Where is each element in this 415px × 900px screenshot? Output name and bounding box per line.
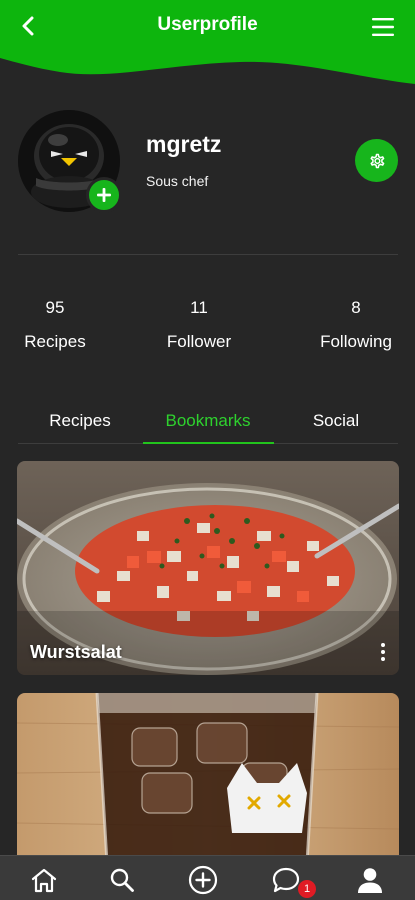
nav-chat[interactable] [270, 864, 302, 896]
user-role: Sous chef [146, 173, 209, 189]
profile-divider [18, 254, 398, 255]
tab-recipes[interactable]: Recipes [17, 411, 143, 431]
more-vertical-icon [381, 643, 385, 661]
bookmark-card[interactable] [17, 693, 399, 863]
bookmark-card[interactable]: Wurstsalat [17, 461, 399, 675]
add-avatar-button[interactable] [86, 177, 122, 213]
plus-icon [97, 188, 111, 202]
user-icon [358, 868, 382, 893]
nav-profile[interactable] [354, 864, 386, 896]
stat-follower-label: Follower [166, 332, 232, 351]
settings-button[interactable] [355, 139, 398, 182]
tab-social[interactable]: Social [273, 411, 399, 431]
chat-badge: 1 [298, 880, 316, 898]
stat-follower-value: 11 [190, 298, 208, 317]
add-circle-icon [188, 865, 218, 895]
stat-follower[interactable]: 11 Follower [144, 298, 254, 352]
menu-button[interactable] [369, 13, 397, 41]
stat-following-label: Following [320, 332, 392, 351]
stat-following-value: 8 [351, 298, 361, 317]
stat-recipes[interactable]: 95 Recipes [0, 298, 110, 352]
gear-icon [370, 153, 384, 168]
nav-home[interactable] [28, 864, 60, 896]
recipe-image [17, 693, 399, 863]
bottom-navigation [0, 855, 415, 900]
home-icon [31, 868, 57, 893]
card-menu-button[interactable] [375, 641, 391, 663]
header-background [0, 0, 415, 84]
stat-following[interactable]: 8 Following [301, 298, 411, 352]
stat-recipes-value: 95 [45, 298, 65, 317]
search-icon [110, 868, 134, 892]
tab-bookmarks[interactable]: Bookmarks [145, 411, 271, 431]
app-header: Userprofile [0, 0, 415, 86]
nav-add[interactable] [187, 864, 219, 896]
card-title: Wurstsalat [30, 642, 122, 662]
page-title: Userprofile [157, 14, 258, 35]
nav-search[interactable] [106, 864, 138, 896]
active-tab-indicator [143, 442, 274, 444]
username: mgretz [146, 131, 222, 157]
stat-recipes-label: Recipes [24, 332, 86, 351]
hamburger-menu-icon [372, 18, 394, 36]
chat-icon [272, 867, 300, 893]
